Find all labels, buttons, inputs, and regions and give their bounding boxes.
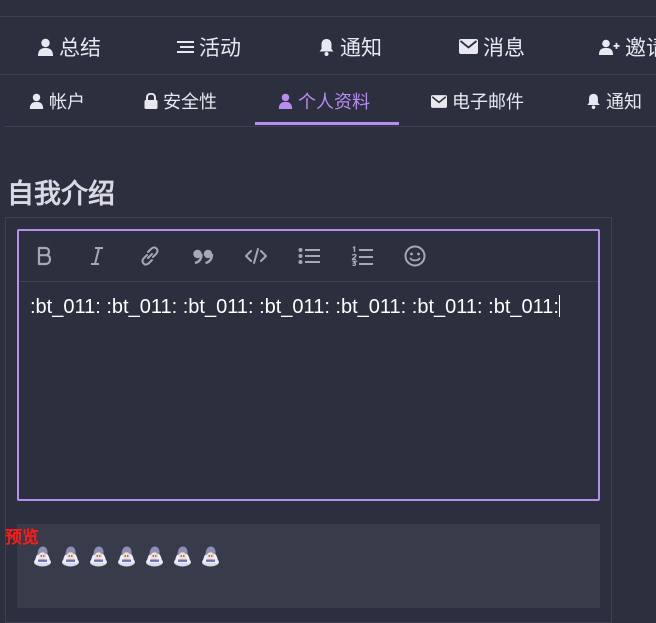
- nav-messages[interactable]: 消息: [459, 17, 525, 76]
- link-icon: [141, 246, 159, 266]
- emoji-button[interactable]: [402, 243, 428, 269]
- emoji-image: [90, 546, 107, 567]
- envelope-icon: [431, 94, 447, 108]
- primary-nav: 总结 活动 通知 消息 邀请: [0, 16, 656, 75]
- user-icon: [29, 93, 44, 109]
- editor-content-text: :bt_011: :bt_011: :bt_011: :bt_011: :bt_…: [30, 296, 559, 318]
- user-plus-icon: [599, 39, 620, 55]
- tab-email-label: 电子邮件: [452, 92, 524, 113]
- nav-invitations[interactable]: 邀请: [599, 17, 656, 76]
- tab-security[interactable]: 安全性: [144, 76, 217, 126]
- emoji-image: [174, 546, 191, 567]
- bullet-list-button[interactable]: [296, 243, 322, 269]
- rich-text-editor[interactable]: :bt_011: :bt_011: :bt_011: :bt_011: :bt_…: [17, 229, 600, 501]
- tab-notifications-label: 通知: [606, 92, 642, 113]
- emoji-image: [34, 546, 51, 567]
- code-icon: [245, 248, 267, 264]
- quote-icon: [193, 249, 214, 265]
- emoji-icon: [404, 245, 426, 267]
- tab-notifications[interactable]: 通知: [586, 76, 642, 126]
- nav-summary-label: 总结: [59, 35, 101, 60]
- lock-icon: [144, 93, 158, 109]
- nav-notifications-label: 通知: [340, 35, 382, 60]
- preview-emoji-row: [32, 545, 221, 567]
- numbered-list-icon: [351, 246, 373, 266]
- nav-messages-label: 消息: [483, 35, 525, 60]
- envelope-icon: [459, 39, 478, 54]
- list-icon: [177, 40, 194, 53]
- user-icon: [278, 93, 293, 109]
- code-button[interactable]: [243, 243, 269, 269]
- tab-email[interactable]: 电子邮件: [431, 76, 524, 126]
- nav-invitations-label: 邀请: [625, 35, 656, 60]
- emoji-image: [146, 546, 163, 567]
- italic-button[interactable]: [84, 243, 110, 269]
- editor-toolbar: [19, 231, 598, 282]
- emoji-image: [62, 546, 79, 567]
- nav-activity[interactable]: 活动: [177, 17, 241, 76]
- nav-summary[interactable]: 总结: [37, 17, 101, 76]
- bold-icon: [37, 246, 52, 266]
- active-tab-indicator: [255, 122, 399, 125]
- tab-account-label: 帐户: [49, 92, 85, 113]
- emoji-image: [118, 546, 135, 567]
- tab-profile-label: 个人资料: [298, 92, 370, 113]
- user-icon: [38, 38, 53, 56]
- bold-button[interactable]: [31, 243, 57, 269]
- secondary-nav: 帐户 安全性 个人资料 电子邮件 通知: [4, 76, 656, 127]
- text-caret: [558, 295, 560, 317]
- bell-icon: [587, 93, 600, 109]
- nav-notifications[interactable]: 通知: [318, 17, 382, 76]
- nav-activity-label: 活动: [199, 35, 241, 60]
- quote-button[interactable]: [190, 243, 216, 269]
- bell-icon: [319, 38, 334, 56]
- tab-security-label: 安全性: [163, 92, 217, 113]
- numbered-list-button[interactable]: [349, 243, 375, 269]
- italic-icon: [91, 247, 103, 265]
- link-button[interactable]: [137, 243, 163, 269]
- emoji-image: [202, 546, 219, 567]
- tab-profile[interactable]: 个人资料: [278, 76, 370, 126]
- editor-content[interactable]: :bt_011: :bt_011: :bt_011: :bt_011: :bt_…: [30, 291, 570, 323]
- tab-account[interactable]: 帐户: [29, 76, 85, 126]
- section-title: 自我介绍: [7, 179, 115, 210]
- bullet-list-icon: [298, 248, 320, 264]
